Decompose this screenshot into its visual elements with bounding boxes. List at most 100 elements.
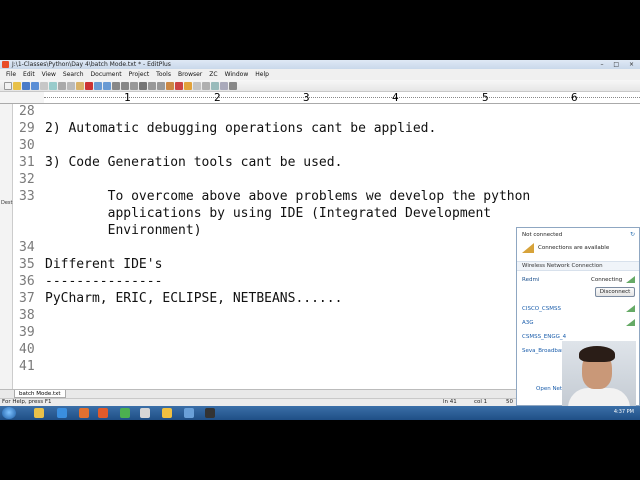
cut-icon[interactable] <box>58 81 66 90</box>
tile-icon[interactable] <box>220 81 228 90</box>
menu-window[interactable]: Window <box>225 69 249 80</box>
menu-help[interactable]: Help <box>255 69 269 80</box>
run-icon[interactable] <box>184 81 192 90</box>
connecting-label: Connecting <box>591 277 623 283</box>
new-file-icon[interactable] <box>4 81 12 90</box>
editor-line: 31 3) Code Generation tools cant be used. <box>19 154 342 171</box>
menu-browser[interactable]: Browser <box>178 69 202 80</box>
line-number: 32 <box>19 172 35 187</box>
webcam-overlay <box>562 341 636 406</box>
editplus-taskbar-icon[interactable] <box>140 408 150 418</box>
line-text: To overcome above above problems we deve… <box>45 189 531 204</box>
signal-icon <box>626 276 635 283</box>
print-icon[interactable] <box>40 81 48 90</box>
line-text: 3) Code Generation tools cant be used. <box>45 155 343 170</box>
save-icon[interactable] <box>22 81 30 90</box>
copy-icon[interactable] <box>67 81 75 90</box>
line-number: 38 <box>19 308 35 323</box>
tab-label: batch Mode.txt <box>19 391 61 397</box>
app-taskbar-icon[interactable] <box>184 408 194 418</box>
folder-taskbar-icon[interactable] <box>162 408 172 418</box>
undo-icon[interactable] <box>94 81 102 90</box>
find-icon[interactable] <box>112 81 120 90</box>
ruler-number: 4 <box>392 91 399 104</box>
menu-zc[interactable]: ZC <box>209 69 217 80</box>
tab-batch-mode[interactable]: batch Mode.txt <box>14 390 66 398</box>
word-wrap-icon[interactable] <box>139 81 147 90</box>
wireless-section-header[interactable]: Wireless Network Connection <box>517 261 639 271</box>
status-line: ln 41 <box>443 399 457 405</box>
pane-label: Dest <box>1 200 13 206</box>
settings-icon[interactable] <box>229 81 237 90</box>
menu-edit[interactable]: Edit <box>23 69 35 80</box>
chrome-taskbar-icon[interactable] <box>120 408 130 418</box>
paste-icon[interactable] <box>76 81 84 90</box>
directory-pane[interactable]: Dest <box>0 104 13 389</box>
editor-line: 28 <box>19 104 45 120</box>
menu-tools[interactable]: Tools <box>156 69 171 80</box>
ruler-number: 6 <box>571 91 578 104</box>
screen: J:\1-Classes\Python\Day 4\batch Mode.txt… <box>0 60 640 420</box>
clock[interactable]: 4:37 PM <box>614 409 634 415</box>
line-number: 37 <box>19 291 35 306</box>
line-text: Environment) <box>45 223 202 238</box>
line-number: 31 <box>19 155 35 170</box>
network-item[interactable]: CISCO_CSMSS <box>522 306 561 312</box>
media-taskbar-icon[interactable] <box>79 408 89 418</box>
line-number: 35 <box>19 257 35 272</box>
menu-view[interactable]: View <box>42 69 56 80</box>
line-number-icon[interactable] <box>157 81 165 90</box>
connections-available: Connections are available <box>538 245 610 251</box>
line-number: 30 <box>19 138 35 153</box>
print-preview-icon[interactable] <box>49 81 57 90</box>
save-all-icon[interactable] <box>31 81 39 90</box>
webcam-shirt <box>568 388 630 406</box>
cmd-taskbar-icon[interactable] <box>205 408 215 418</box>
editor-line: 38 <box>19 307 45 324</box>
ie-taskbar-icon[interactable] <box>57 408 67 418</box>
editor-line: 35 Different IDE's <box>19 256 162 273</box>
taskbar: 4:37 PM <box>0 406 640 420</box>
network-status: Not connected <box>522 232 563 238</box>
ruler-number: 2 <box>214 91 221 104</box>
line-text: PyCharm, ERIC, ECLIPSE, NETBEANS...... <box>45 291 343 306</box>
delete-icon[interactable] <box>85 81 93 90</box>
ruler-number: 3 <box>303 91 310 104</box>
network-item[interactable]: A3G <box>522 320 534 326</box>
firefox-taskbar-icon[interactable] <box>98 408 108 418</box>
directory-icon[interactable] <box>202 81 210 90</box>
explorer-taskbar-icon[interactable] <box>34 408 44 418</box>
network-redmi[interactable]: Redmi <box>522 277 539 283</box>
spellcheck-icon[interactable] <box>175 81 183 90</box>
ruler-gutter <box>0 92 44 104</box>
line-number: 34 <box>19 240 35 255</box>
ruler-icon[interactable] <box>148 81 156 90</box>
editor-line: 40 <box>19 341 45 358</box>
open-folder-icon[interactable] <box>13 81 21 90</box>
disconnect-button[interactable]: Disconnect <box>595 287 635 297</box>
menu-document[interactable]: Document <box>91 69 122 80</box>
cliptext-icon[interactable] <box>193 81 201 90</box>
window-list-icon[interactable] <box>211 81 219 90</box>
line-number: 28 <box>19 104 35 119</box>
redo-icon[interactable] <box>103 81 111 90</box>
line-text: applications by using IDE (Integrated De… <box>45 206 492 221</box>
menu-project[interactable]: Project <box>129 69 150 80</box>
window-controls[interactable]: – □ × <box>600 60 638 69</box>
line-number: 33 <box>19 189 35 204</box>
network-item[interactable]: CSMSS_ENGG_4 <box>522 334 566 340</box>
browser-icon[interactable] <box>166 81 174 90</box>
webcam-hair <box>579 346 615 362</box>
menu-search[interactable]: Search <box>63 69 84 80</box>
editor-line: 32 <box>19 171 45 188</box>
menu-bar: File Edit View Search Document Project T… <box>0 69 640 80</box>
wireless-section-label: Wireless Network Connection <box>522 263 603 269</box>
signal-icon <box>626 319 635 326</box>
goto-icon[interactable] <box>130 81 138 90</box>
replace-icon[interactable] <box>121 81 129 90</box>
menu-file[interactable]: File <box>6 69 16 80</box>
status-count: 50 <box>506 399 513 405</box>
start-button[interactable] <box>2 407 16 419</box>
line-text: --------------- <box>45 274 163 289</box>
refresh-icon[interactable]: ↻ <box>630 231 635 238</box>
